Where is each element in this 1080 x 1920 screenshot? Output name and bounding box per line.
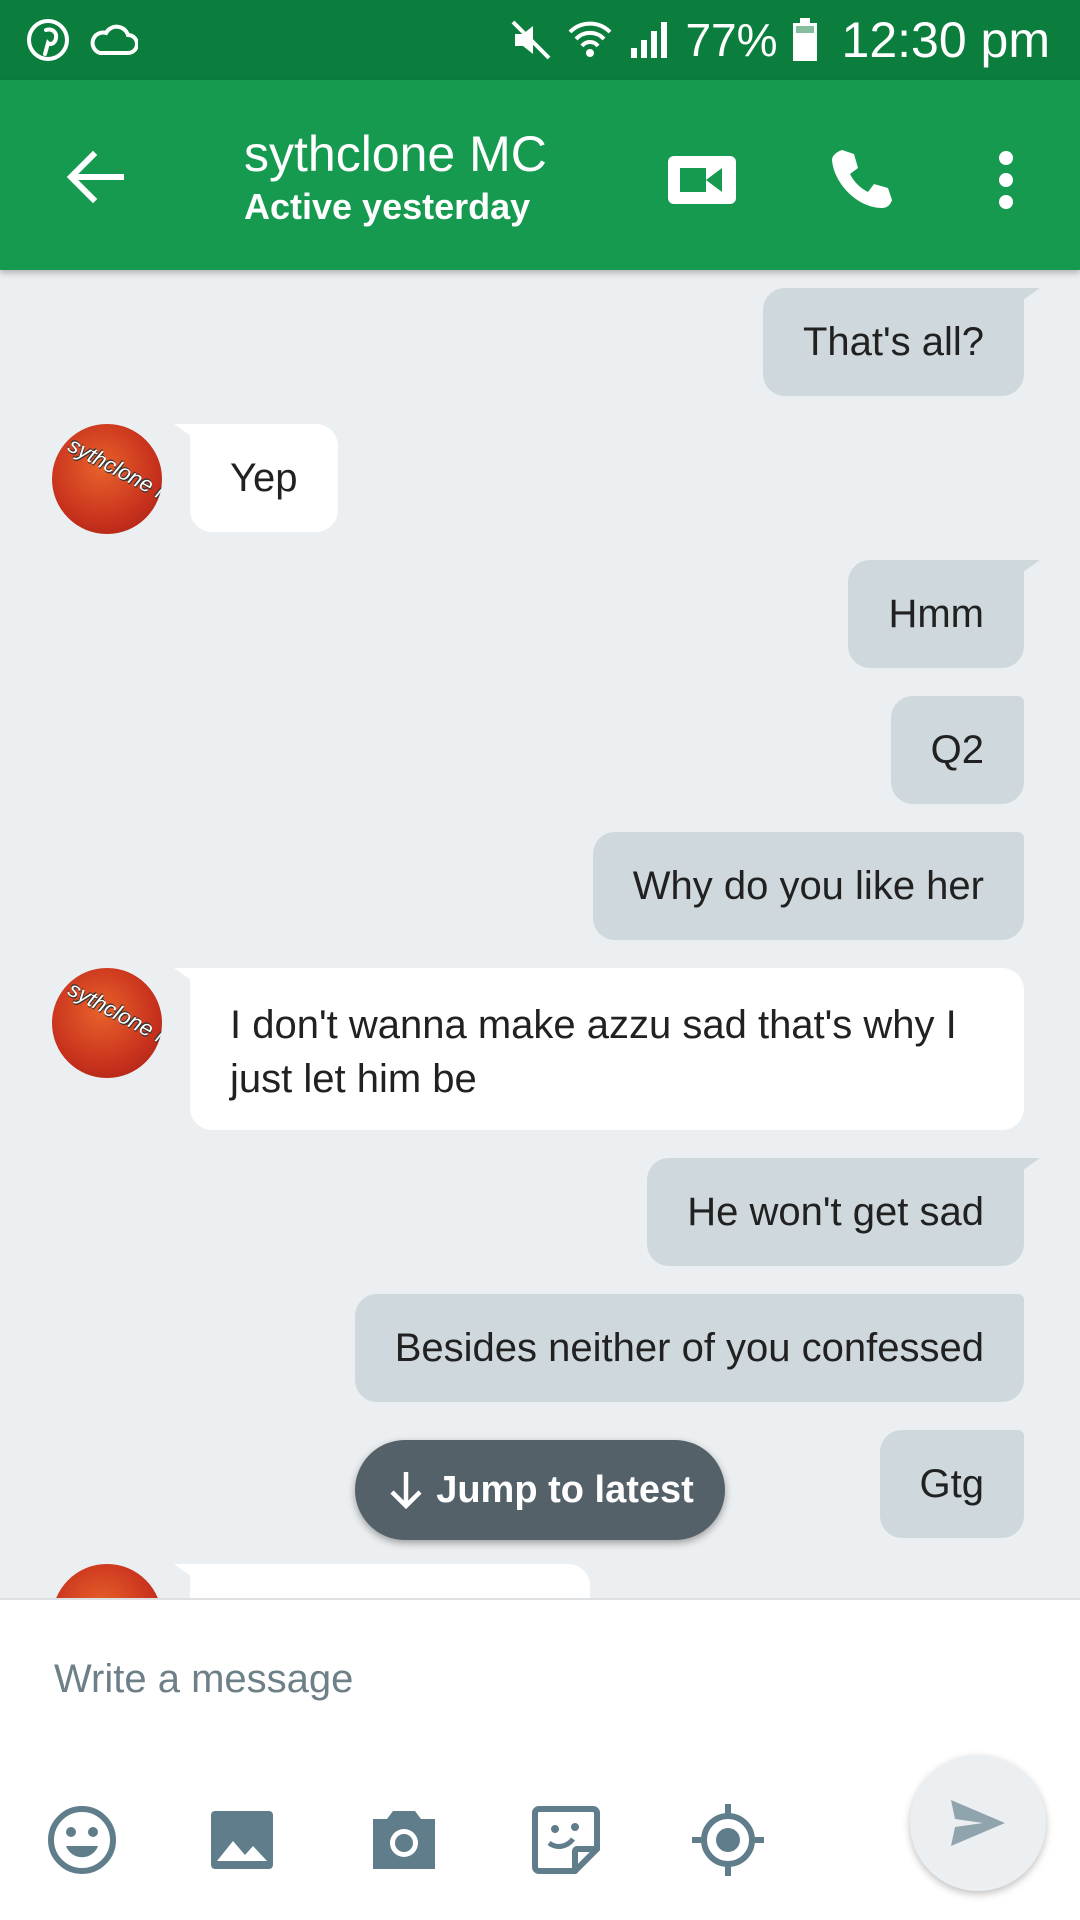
incoming-message-partial[interactable] (190, 1564, 590, 1600)
avatar[interactable]: sythclone MC (52, 968, 162, 1078)
video-call-icon (668, 156, 736, 204)
status-bar: 77% 12:30 pm (0, 0, 1080, 80)
outgoing-message[interactable]: He won't get sad (647, 1158, 1024, 1266)
battery-percent: 77% (685, 14, 778, 66)
message-list[interactable]: That's all? sythclone MC Yep Hmm Q2 Why … (0, 270, 1080, 1600)
video-call-button[interactable] (662, 140, 742, 220)
phone-call-button[interactable] (822, 140, 902, 220)
send-icon (951, 1800, 1005, 1846)
camera-icon (373, 1811, 435, 1869)
wifi-icon (567, 18, 613, 62)
outgoing-message[interactable]: Besides neither of you confessed (354, 1294, 1024, 1402)
contact-info[interactable]: sythclone MC Active yesterday (244, 124, 547, 230)
back-arrow-icon (66, 150, 124, 204)
cloud-icon (88, 23, 138, 57)
gallery-button[interactable] (202, 1800, 282, 1880)
conversation-header: sythclone MC Active yesterday (0, 80, 1080, 270)
outgoing-message[interactable]: Q2 (890, 696, 1024, 804)
signal-icon (627, 18, 671, 62)
message-input[interactable] (54, 1644, 954, 1714)
sticker-button[interactable] (526, 1800, 606, 1880)
outgoing-message[interactable]: That's all? (762, 288, 1024, 396)
arrow-down-icon (390, 1472, 422, 1510)
contact-name: sythclone MC (244, 126, 547, 182)
emoji-icon (48, 1806, 116, 1874)
location-button[interactable] (688, 1800, 768, 1880)
jump-to-latest-button[interactable]: Jump to latest (355, 1440, 725, 1540)
message-composer (0, 1598, 1080, 1920)
more-options-button[interactable] (966, 140, 1046, 220)
battery-icon (792, 18, 818, 62)
outgoing-message[interactable]: Why do you like her (592, 832, 1024, 940)
avatar[interactable] (52, 1564, 162, 1600)
avatar[interactable]: sythclone MC (52, 424, 162, 534)
send-button[interactable] (910, 1755, 1046, 1891)
outgoing-message[interactable]: Gtg (879, 1430, 1024, 1538)
sticker-icon (532, 1806, 600, 1874)
outgoing-message[interactable]: Hmm (848, 560, 1024, 668)
incoming-message[interactable]: I don't wanna make azzu sad that's why I… (190, 968, 1024, 1130)
contact-status: Active yesterday (244, 186, 531, 227)
camera-button[interactable] (364, 1800, 444, 1880)
image-icon (211, 1811, 273, 1869)
more-options-icon (999, 151, 1013, 209)
back-button[interactable] (58, 140, 132, 214)
mute-icon (509, 18, 553, 62)
location-icon (692, 1804, 764, 1876)
incoming-message[interactable]: Yep (190, 424, 338, 532)
jump-to-latest-label: Jump to latest (436, 1468, 694, 1511)
clock: 12:30 pm (841, 12, 1050, 68)
emoji-button[interactable] (42, 1800, 122, 1880)
phone-icon (832, 150, 892, 208)
pinterest-icon (26, 18, 70, 62)
